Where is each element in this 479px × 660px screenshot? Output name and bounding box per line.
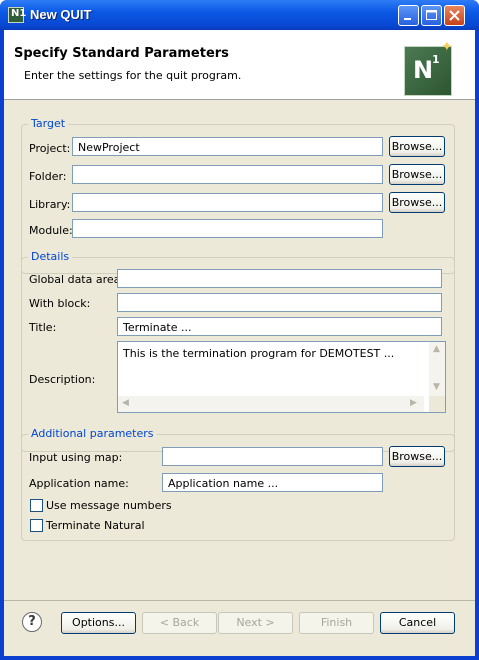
module-field[interactable] [72,219,383,238]
minimize-icon [404,18,411,20]
natural-logo: N 1 ✦ [404,39,453,96]
terminate-natural-label[interactable]: Terminate Natural [46,519,145,532]
scroll-right-icon[interactable]: ▶ [410,398,417,408]
terminate-natural-checkbox[interactable] [30,519,43,532]
library-browse-button[interactable]: Browse... [389,192,445,213]
app-icon: N1 [8,7,26,23]
page-description: Enter the settings for the quit program. [24,69,242,82]
project-browse-button[interactable]: Browse... [389,136,445,157]
app-name-field[interactable]: Application name ... [162,473,383,492]
description-textarea[interactable]: This is the termination program for DEMO… [117,341,446,413]
folder-label: Folder: [29,170,67,183]
scroll-down-icon[interactable]: ▼ [433,382,440,392]
project-field[interactable]: NewProject [72,137,383,156]
module-label: Module: [29,224,73,237]
title-bar[interactable]: N1 New QUIT [0,0,479,30]
input-map-browse-button[interactable]: Browse... [389,446,445,467]
close-button[interactable] [444,5,465,26]
title-field[interactable]: Terminate ... [117,317,442,336]
app-name-label: Application name: [29,477,129,490]
use-message-numbers-checkbox[interactable] [30,499,43,512]
description-vscrollbar[interactable]: ▲ ▼ [429,342,445,397]
additional-legend: Additional parameters [28,427,157,440]
details-legend: Details [28,250,73,263]
library-field[interactable] [72,193,383,212]
cancel-button[interactable]: Cancel [380,612,455,634]
maximize-button[interactable] [421,5,442,26]
folder-field[interactable] [72,165,383,184]
gda-field[interactable] [117,269,442,288]
target-legend: Target [28,117,69,130]
use-message-numbers-label[interactable]: Use message numbers [46,499,172,512]
next-button[interactable]: Next > [218,612,293,634]
dialog-body: Specify Standard Parameters Enter the se… [4,30,475,656]
folder-browse-button[interactable]: Browse... [389,164,445,185]
options-button[interactable]: Options... [61,612,136,634]
minimize-button[interactable] [398,5,419,26]
with-block-label: With block: [29,297,91,310]
finish-button[interactable]: Finish [299,612,374,634]
description-label: Description: [29,373,96,386]
scroll-up-icon[interactable]: ▲ [433,344,440,354]
maximize-icon [426,10,437,20]
with-block-field[interactable] [117,293,442,312]
description-text: This is the termination program for DEMO… [123,347,395,360]
close-icon [449,10,460,21]
back-button[interactable]: < Back [142,612,217,634]
scroll-corner [429,396,445,412]
sparkle-icon: ✦ [441,39,453,55]
gda-label: Global data area: [29,273,125,286]
library-label: Library: [29,198,71,211]
dialog-window: N1 New QUIT Specify Standard Parameters … [0,0,479,660]
footer-separator [4,600,475,601]
title-label: Title: [29,321,57,334]
input-map-field[interactable] [162,447,383,466]
project-label: Project: [29,142,71,155]
window-title: New QUIT [30,7,92,22]
wizard-header: Specify Standard Parameters Enter the se… [4,30,475,100]
input-map-label: Input using map: [29,451,123,464]
description-hscrollbar[interactable]: ◀ ▶ [118,396,424,412]
page-title: Specify Standard Parameters [14,46,229,61]
help-icon[interactable]: ? [22,612,42,632]
scroll-left-icon[interactable]: ◀ [122,398,129,408]
